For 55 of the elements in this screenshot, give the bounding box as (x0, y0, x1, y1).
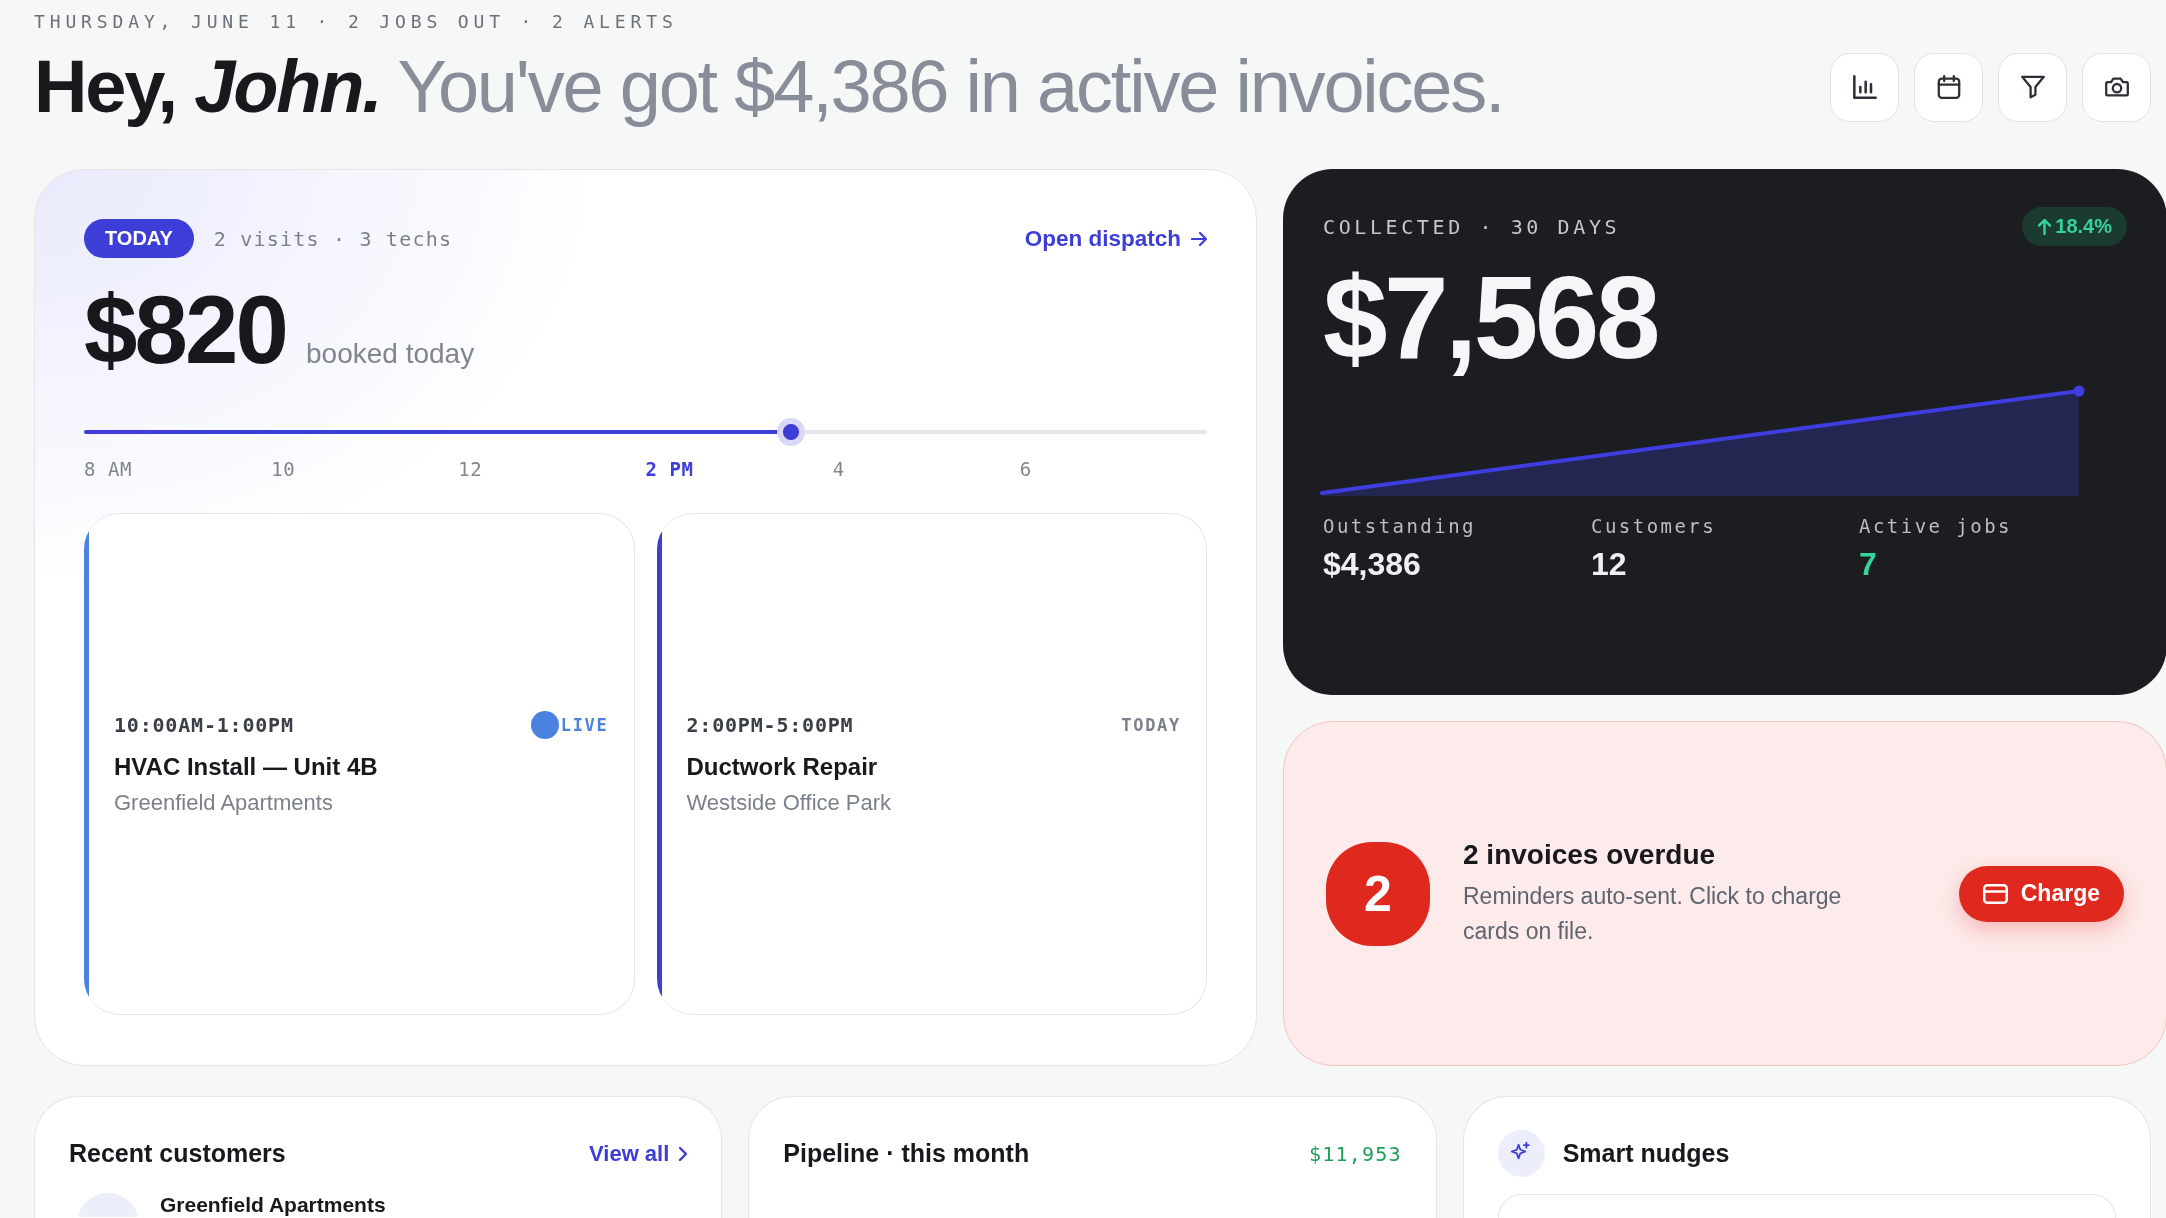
booked-caption: booked today (306, 338, 475, 370)
filter-icon (2020, 75, 2045, 99)
booked-amount: $820 (84, 282, 287, 378)
calendar-icon (1936, 75, 1961, 99)
overdue-title: 2 invoices overdue (1463, 838, 1716, 872)
time-tick-label: 12 (458, 457, 483, 481)
job-card[interactable]: 10:00AM-1:00PM LIVE HVAC Install — Unit 4B Greenfield Apartments (84, 513, 635, 1015)
charge-button[interactable]: Charge (1958, 865, 2124, 922)
calendar-button[interactable] (1914, 52, 1983, 122)
pipeline-total: $11,953 (1308, 1141, 1402, 1166)
today-tag: TODAY (84, 219, 194, 258)
stat-value: $4,386 (1323, 546, 1421, 582)
camera-button[interactable] (2082, 52, 2151, 122)
job-title: Ductwork Repair (686, 752, 878, 782)
stat-label: Active jobs (1859, 514, 2012, 538)
chevron-right-icon (679, 1146, 688, 1161)
job-status: TODAY (1121, 715, 1181, 735)
time-tick-label: 10 (271, 457, 296, 481)
bar-chart-icon (1852, 75, 1877, 99)
filter-button[interactable] (1998, 52, 2067, 122)
sparkle-icon (1497, 1130, 1545, 1177)
time-tick-label: 8 AM (84, 457, 133, 481)
card-title: Smart nudges (1562, 1139, 1730, 1168)
arrow-right-icon (1191, 231, 1207, 246)
collected-amount: $7,568 (1323, 260, 1657, 376)
overdue-count: 2 (1326, 841, 1430, 946)
job-time: 2:00PM-5:00PM (686, 713, 854, 737)
job-status: LIVE (560, 715, 609, 735)
camera-icon (2104, 75, 2129, 99)
card-title: Recent customers (69, 1139, 286, 1168)
job-card[interactable]: 2:00PM-5:00PM TODAY Ductwork Repair Westside Office Park (656, 513, 1207, 1015)
credit-card-icon (1982, 883, 2008, 904)
collected-label: COLLECTED · 30 DAYS (1323, 214, 1621, 239)
visit-summary: 2 visits · 3 techs (213, 226, 453, 251)
view-all-link[interactable]: View all (589, 1140, 688, 1167)
date-summary: THURSDAY, JUNE 11 · 2 JOBS OUT · 2 ALERTS (34, 11, 678, 33)
stat-label: Outstanding (1323, 514, 1476, 538)
overdue-description: Reminders auto-sent. Click to charge cards on file. (1463, 882, 1843, 946)
card-title: Pipeline · this month (783, 1139, 1030, 1168)
job-title: HVAC Install — Unit 4B (114, 752, 378, 782)
change-percent: 18.4% (2055, 215, 2112, 238)
stat-value: 7 (1859, 546, 1877, 582)
job-time: 10:00AM-1:00PM (114, 713, 294, 737)
customer-name[interactable]: Greenfield Apartments (160, 1193, 386, 1217)
status-dot-icon (530, 711, 559, 739)
time-tick-label: 6 (1019, 457, 1032, 481)
time-tick-label: 2 PM (645, 457, 694, 481)
stat-value: 12 (1591, 546, 1627, 582)
bar-chart-button[interactable] (1830, 52, 1899, 122)
job-location: Westside Office Park (686, 789, 892, 817)
arrow-up-icon (2038, 218, 2052, 235)
time-tick-label: 4 (832, 457, 845, 481)
stat-label: Customers (1591, 514, 1717, 538)
open-dispatch-link[interactable]: Open dispatch (1024, 225, 1207, 252)
job-location: Greenfield Apartments (114, 789, 333, 817)
